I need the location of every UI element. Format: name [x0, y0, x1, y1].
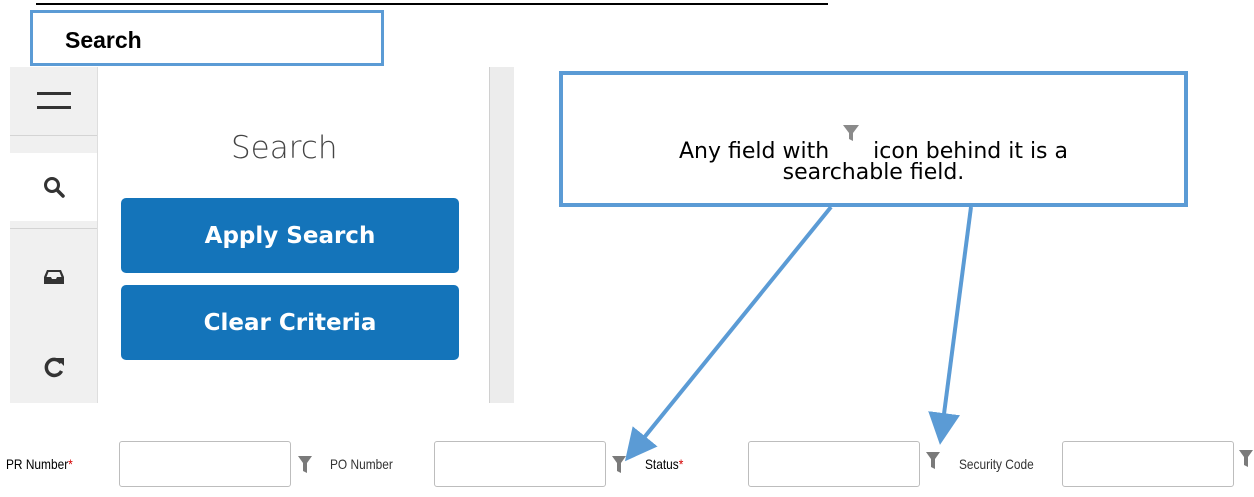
status-label: Status*: [645, 456, 684, 472]
status-filter-icon[interactable]: [926, 452, 940, 470]
po-number-label: PO Number: [330, 456, 393, 472]
panel-heading: Search: [231, 130, 338, 166]
arrow-to-status-filter: [928, 206, 973, 445]
panel-scrollbar[interactable]: [489, 67, 514, 403]
search-fields-row: PR Number* PO Number Status* Security Co…: [0, 436, 1254, 496]
menu-button[interactable]: [10, 67, 97, 135]
po-number-input[interactable]: [434, 441, 606, 487]
search-icon: [43, 177, 65, 198]
pr-number-input[interactable]: [119, 441, 291, 487]
refresh-nav-button[interactable]: [10, 333, 97, 401]
inbox-nav-button[interactable]: [10, 243, 97, 311]
refresh-icon: [44, 357, 64, 378]
page-title: Search: [65, 27, 142, 53]
security-code-label: Security Code: [959, 456, 1034, 472]
top-rule: [36, 3, 828, 5]
clear-criteria-button[interactable]: Clear Criteria: [121, 285, 459, 360]
inbox-icon: [43, 270, 64, 284]
apply-search-button[interactable]: Apply Search: [121, 198, 459, 273]
security-code-filter-icon[interactable]: [1239, 450, 1253, 468]
callout-line-2: searchable field.: [782, 160, 965, 185]
menu-icon: [36, 92, 71, 109]
callout-line-1: Any field with icon behind it is a: [563, 124, 1184, 164]
arrow-to-po-number-filter: [624, 205, 833, 462]
po-number-filter-icon[interactable]: [612, 456, 626, 474]
search-nav-button[interactable]: [10, 153, 97, 221]
search-panel: Search Apply Search Clear Criteria: [10, 67, 514, 403]
pr-number-filter-icon[interactable]: [298, 456, 312, 474]
callout-box: Any field with icon behind it is a searc…: [559, 71, 1188, 207]
filter-icon: [843, 125, 860, 141]
nav-rail: [10, 67, 98, 403]
status-input[interactable]: [748, 441, 920, 487]
pr-number-label: PR Number*: [6, 456, 73, 472]
title-box: Search: [30, 10, 384, 66]
security-code-input[interactable]: [1062, 441, 1234, 487]
